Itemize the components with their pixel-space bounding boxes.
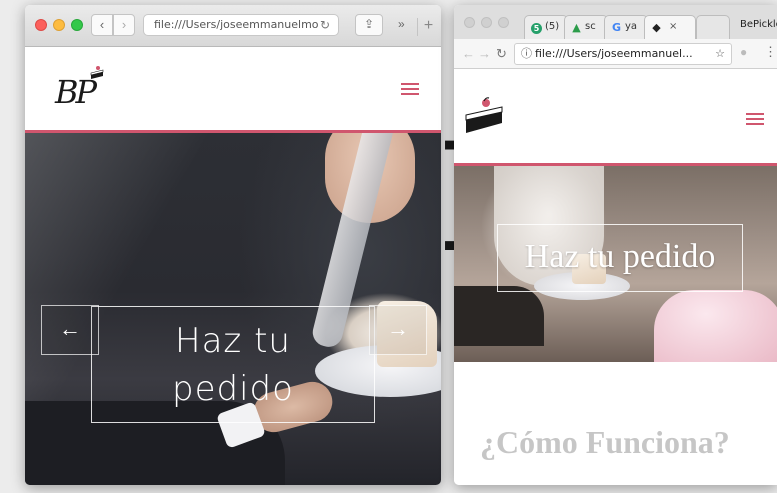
extension-icon[interactable]: ● bbox=[740, 45, 747, 59]
badge-icon: 5 bbox=[531, 23, 542, 34]
profile-name[interactable]: BePickler bbox=[740, 19, 777, 30]
tab-drive[interactable]: ▲ sc bbox=[564, 15, 608, 39]
safari-window: ‹ › file:///Users/joseemmanuelmo ↻ ⇪ » +… bbox=[25, 5, 441, 485]
address-bar[interactable]: ⓘ file:///Users/joseemmanuel... ☆ bbox=[514, 43, 732, 65]
address-text: file:///Users/joseemmanuel... bbox=[535, 47, 693, 60]
logo-text: BP bbox=[55, 73, 97, 111]
tab-new[interactable] bbox=[696, 15, 730, 39]
reload-icon[interactable]: ↻ bbox=[320, 15, 330, 35]
tab-strip: 5(5) ▲sc Gya ◆× BePickler bbox=[454, 5, 777, 39]
minimize-window-button[interactable] bbox=[53, 19, 65, 31]
order-cta-button[interactable]: Haz tu pedido bbox=[91, 306, 375, 423]
zoom-window-button[interactable] bbox=[71, 19, 83, 31]
chevron-right-icon: › bbox=[121, 17, 127, 32]
cta-line-2: pedido bbox=[172, 369, 294, 409]
cake-icon: ◆ bbox=[652, 21, 661, 34]
bp-logo[interactable]: BP bbox=[55, 65, 109, 115]
close-tab-icon[interactable]: × bbox=[669, 21, 677, 32]
hero-image-wedding-cake bbox=[654, 290, 777, 362]
close-window-button[interactable] bbox=[464, 17, 475, 28]
bookmark-star-icon[interactable]: ☆ bbox=[715, 44, 725, 64]
safari-toolbar: ‹ › file:///Users/joseemmanuelmo ↻ ⇪ » + bbox=[25, 5, 441, 47]
address-bar[interactable]: file:///Users/joseemmanuelmo ↻ bbox=[143, 14, 339, 36]
site-header: BP bbox=[25, 47, 441, 133]
hero-image-sleeve bbox=[454, 286, 544, 346]
back-arrow-icon[interactable]: ← bbox=[462, 46, 475, 61]
menu-icon[interactable] bbox=[746, 113, 764, 126]
site-header bbox=[454, 69, 777, 166]
menu-dots-icon[interactable]: ⋮ bbox=[764, 44, 777, 60]
tab-label: sc bbox=[585, 21, 596, 32]
more-tabs-button[interactable]: » bbox=[398, 17, 405, 31]
address-text: file:///Users/joseemmanuelmo bbox=[154, 18, 319, 31]
menu-icon[interactable] bbox=[401, 83, 419, 96]
drive-icon: ▲ bbox=[572, 21, 581, 34]
hero-banner: Haz tu pedido bbox=[454, 166, 777, 362]
section-title: ¿Cómo Funciona? bbox=[480, 424, 730, 460]
tab-label: (5) bbox=[545, 21, 560, 32]
google-icon: G bbox=[611, 21, 622, 34]
cta-line-1: Haz tu bbox=[175, 321, 291, 361]
zoom-window-button[interactable] bbox=[498, 17, 509, 28]
how-it-works-section: ¿Cómo Funciona? bbox=[454, 362, 777, 485]
arrow-left-icon: ← bbox=[59, 316, 81, 341]
chrome-toolbar: ← → ↻ ⓘ file:///Users/joseemmanuel... ☆ ●… bbox=[454, 39, 777, 69]
reload-icon[interactable]: ↻ bbox=[496, 46, 507, 62]
desktop: B ‹ › file:///Users/joseemmanuelmo ↻ ⇪ »… bbox=[0, 0, 777, 493]
forward-arrow-icon[interactable]: → bbox=[478, 46, 491, 61]
chevron-left-icon: ‹ bbox=[99, 17, 105, 32]
tab-active[interactable]: ◆ × bbox=[644, 15, 696, 39]
back-button[interactable]: ‹ bbox=[91, 14, 113, 36]
forward-button[interactable]: › bbox=[113, 14, 135, 36]
share-icon: ⇪ bbox=[363, 17, 375, 31]
share-button[interactable]: ⇪ bbox=[355, 14, 383, 36]
minimize-window-button[interactable] bbox=[481, 17, 492, 28]
tab-google[interactable]: Gya bbox=[604, 15, 648, 39]
cake-logo-icon[interactable] bbox=[462, 97, 506, 137]
new-tab-button[interactable]: + bbox=[417, 18, 439, 36]
order-cta-button[interactable]: Haz tu pedido bbox=[497, 224, 743, 292]
info-icon[interactable]: ⓘ bbox=[521, 47, 532, 60]
close-window-button[interactable] bbox=[35, 19, 47, 31]
chrome-window: 5(5) ▲sc Gya ◆× BePickler ← → ↻ ⓘfile://… bbox=[454, 5, 777, 485]
hero-slider: Haz tu pedido ← → bbox=[25, 133, 441, 485]
tab-notifications[interactable]: 5 (5) bbox=[524, 15, 568, 39]
tab-label: ya bbox=[625, 21, 638, 32]
slider-prev-button[interactable]: ← bbox=[41, 305, 99, 355]
slider-next-button[interactable]: → bbox=[369, 305, 427, 355]
arrow-right-icon: → bbox=[387, 316, 409, 341]
